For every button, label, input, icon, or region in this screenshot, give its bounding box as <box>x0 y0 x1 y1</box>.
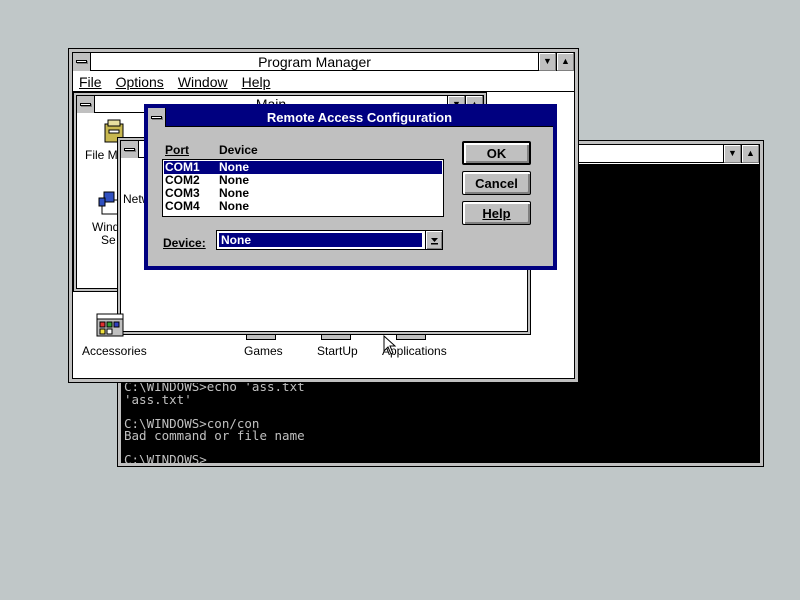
system-menu-button[interactable] <box>73 52 91 71</box>
system-menu-icon <box>76 60 87 63</box>
maximize-button[interactable]: ▲ <box>556 52 574 71</box>
dialog-titlebar[interactable]: Remote Access Configuration <box>148 107 553 127</box>
applications-group-icon[interactable] <box>396 334 426 340</box>
system-menu-icon <box>80 102 91 106</box>
startup-group-icon[interactable] <box>321 334 351 340</box>
ok-button[interactable]: OK <box>462 141 531 165</box>
list-item-com2[interactable]: COM2 None <box>164 174 442 187</box>
down-triangle-icon: ▼ <box>543 56 552 66</box>
port-cell: COM4 <box>165 199 200 213</box>
port-column-header: Port <box>165 143 189 157</box>
list-item-com3[interactable]: COM3 None <box>164 187 442 200</box>
device-label: Device: <box>163 236 206 250</box>
dialog-title: Remote Access Configuration <box>266 109 453 125</box>
down-triangle-icon: ▼ <box>728 148 737 158</box>
menu-help-label: Help <box>241 73 271 90</box>
maximize-button[interactable]: ▲ <box>741 144 759 163</box>
device-column-header: Device <box>219 143 258 157</box>
system-menu-button[interactable] <box>121 140 139 158</box>
system-menu-button[interactable] <box>77 95 95 113</box>
program-manager-titlebar[interactable]: Program Manager ▼ ▲ <box>73 52 574 71</box>
mouse-cursor-icon <box>383 334 397 355</box>
minimize-button[interactable]: ▼ <box>723 144 741 163</box>
console-line: C:\WINDOWS> <box>124 452 207 467</box>
system-menu-icon <box>151 115 162 119</box>
menu-file[interactable]: File <box>73 74 108 90</box>
port-device-list[interactable]: COM1 None COM2 None COM3 None COM4 None <box>162 159 444 217</box>
windows-setup-label-line2: Se <box>101 233 116 247</box>
device-dropdown-value: None <box>219 233 422 247</box>
list-item-com1[interactable]: COM1 None <box>164 161 442 174</box>
remote-access-configuration-dialog[interactable]: Remote Access Configuration Port Device … <box>144 104 557 270</box>
accessories-label: Accessories <box>82 344 147 358</box>
dropdown-arrow-icon[interactable] <box>425 231 442 249</box>
dialog-body: Remote Access Configuration Port Device … <box>148 107 553 266</box>
device-label-text: Device: <box>163 236 206 250</box>
menu-bar: File Options Window Help <box>73 72 574 92</box>
cancel-button[interactable]: Cancel <box>462 171 531 195</box>
minimize-button[interactable]: ▼ <box>538 52 556 71</box>
menu-window-label: Window <box>177 73 228 90</box>
list-item-com4[interactable]: COM4 None <box>164 200 442 213</box>
menu-file-label: File <box>79 73 102 90</box>
device-dropdown[interactable]: None <box>216 230 443 250</box>
system-menu-icon <box>124 147 135 151</box>
system-menu-button[interactable] <box>148 107 166 127</box>
console-line: 'ass.txt' <box>124 392 192 407</box>
device-cell: None <box>219 199 249 213</box>
window-title: Program Manager <box>258 53 371 70</box>
menu-window[interactable]: Window <box>172 74 234 90</box>
games-label: Games <box>244 344 283 358</box>
menu-help[interactable]: Help <box>236 74 277 90</box>
menu-options-label: Options <box>115 73 164 90</box>
games-group-icon[interactable] <box>246 334 276 340</box>
up-triangle-icon: ▲ <box>561 56 570 66</box>
help-button[interactable]: Help <box>462 201 531 225</box>
up-triangle-icon: ▲ <box>746 148 755 158</box>
accessories-group-icon[interactable] <box>96 313 124 337</box>
console-line: Bad command or file name <box>124 428 305 443</box>
startup-label: StartUp <box>317 344 358 358</box>
menu-options[interactable]: Options <box>110 74 170 90</box>
